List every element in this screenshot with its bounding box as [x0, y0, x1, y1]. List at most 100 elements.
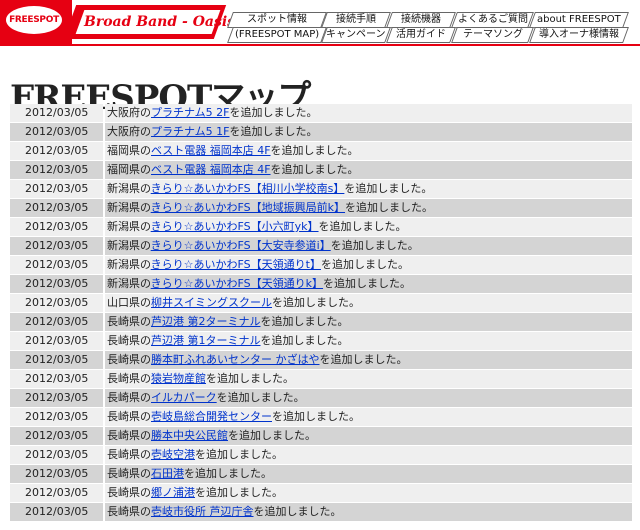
freespot-logo[interactable]: FREESPOT	[0, 0, 72, 44]
spot-link[interactable]: イルカパーク	[151, 391, 217, 404]
entry-prefix: 長崎県の	[107, 467, 151, 480]
entry-text: 長崎県の芦辺港 第1ターミナルを追加しました。	[105, 332, 632, 350]
nav-guide[interactable]: 活用ガイド	[386, 27, 456, 43]
spot-link[interactable]: きらり☆あいかわFS【天領通りk】	[151, 277, 323, 290]
entry-prefix: 長崎県の	[107, 448, 151, 461]
entry-date-cell: 2012/03/05	[10, 218, 103, 236]
spot-link[interactable]: 壱岐島総合開発センター	[151, 410, 272, 423]
list-item: 2012/03/05 長崎県の郷ノ浦港を追加しました。	[10, 484, 632, 502]
entry-date-cell: 2012/03/05	[10, 351, 103, 369]
spot-link[interactable]: 芦辺港 第2ターミナル	[151, 315, 261, 328]
entry-prefix: 長崎県の	[107, 353, 151, 366]
main-nav: スポット情報 接続手順 接続機器 よくあるご質問 about FREESPOT …	[226, 12, 640, 43]
spot-link[interactable]: 芦辺港 第1ターミナル	[151, 334, 261, 347]
banner-title[interactable]: Broad Band - Oasis	[84, 14, 235, 36]
entry-suffix: を追加しました。	[184, 467, 272, 480]
spot-link[interactable]: 郷ノ浦港	[151, 486, 195, 499]
spot-link[interactable]: きらり☆あいかわFS【大安寺参道i】	[151, 239, 331, 252]
list-item: 2012/03/05 長崎県の壱岐空港を追加しました。	[10, 446, 632, 464]
spot-link[interactable]: プラチナム5 2F	[151, 106, 230, 119]
entry-suffix: を追加しました。	[344, 182, 433, 195]
nav-campaign[interactable]: キャンペーン	[321, 27, 391, 43]
entry-text: 長崎県の壱岐空港を追加しました。	[105, 446, 632, 464]
entry-prefix: 新潟県の	[107, 258, 151, 271]
nav-connection-steps[interactable]: 接続手順	[321, 12, 391, 28]
entry-suffix: を追加しました。	[195, 486, 283, 499]
entry-text: 新潟県のきらり☆あいかわFS【大安寺参道i】を追加しました。	[105, 237, 632, 255]
entry-text: 長崎県の壱岐島総合開発センターを追加しました。	[105, 408, 632, 426]
spot-link[interactable]: 勝本町ふれあいセンター かざはや	[151, 353, 320, 366]
spot-link[interactable]: きらり☆あいかわFS【地域振興局前k】	[151, 201, 345, 214]
entry-text: 新潟県のきらり☆あいかわFS【地域振興局前k】を追加しました。	[105, 199, 632, 217]
spot-link[interactable]: 勝本中央公民館	[151, 429, 228, 442]
entry-text: 長崎県のイルカパークを追加しました。	[105, 389, 632, 407]
entry-prefix: 長崎県の	[107, 372, 151, 385]
entry-date: 2012/03/05	[25, 144, 89, 157]
entry-date: 2012/03/05	[25, 391, 89, 404]
entry-prefix: 長崎県の	[107, 429, 151, 442]
entry-text: 長崎県の勝本中央公民館を追加しました。	[105, 427, 632, 445]
entry-prefix: 福岡県の	[107, 144, 151, 157]
spot-link[interactable]: 壱岐市役所 芦辺庁舎	[151, 505, 254, 518]
list-item: 2012/03/05 長崎県の芦辺港 第1ターミナルを追加しました。	[10, 332, 632, 350]
entry-text: 長崎県の石田港を追加しました。	[105, 465, 632, 483]
entry-date-cell: 2012/03/05	[10, 503, 103, 521]
list-item: 2012/03/05 新潟県のきらり☆あいかわFS【小六町yk】を追加しました。	[10, 218, 632, 236]
entry-suffix: を追加しました。	[330, 239, 419, 252]
list-item: 2012/03/05 新潟県のきらり☆あいかわFS【天領通りt】を追加しました。	[10, 256, 632, 274]
spot-link[interactable]: きらり☆あいかわFS【小六町yk】	[151, 220, 319, 233]
spot-link[interactable]: ベスト電器 福岡本店 4F	[151, 144, 271, 157]
entry-prefix: 長崎県の	[107, 315, 151, 328]
entry-date: 2012/03/05	[25, 125, 89, 138]
entry-suffix: を追加しました。	[260, 334, 349, 347]
entry-date: 2012/03/05	[25, 429, 89, 442]
entry-date-cell: 2012/03/05	[10, 370, 103, 388]
nav-about[interactable]: about FREESPOT	[529, 12, 629, 28]
entry-prefix: 大阪府の	[107, 106, 151, 119]
spot-link[interactable]: 壱岐空港	[151, 448, 195, 461]
entry-date: 2012/03/05	[25, 239, 89, 252]
entry-suffix: を追加しました。	[270, 144, 359, 157]
nav-spot-info[interactable]: スポット情報	[227, 12, 327, 28]
spot-link[interactable]: きらり☆あいかわFS【天領通りt】	[151, 258, 321, 271]
list-item: 2012/03/05 長崎県の芦辺港 第2ターミナルを追加しました。	[10, 313, 632, 331]
list-item: 2012/03/05 大阪府のプラチナム5 1Fを追加しました。	[10, 123, 632, 141]
entry-text: 長崎県の芦辺港 第2ターミナルを追加しました。	[105, 313, 632, 331]
entry-prefix: 新潟県の	[107, 201, 151, 214]
update-list: 2012/03/05 大阪府のプラチナム5 2Fを追加しました。 2012/03/0…	[10, 104, 632, 522]
nav-devices[interactable]: 接続機器	[386, 12, 456, 28]
entry-date-cell: 2012/03/05	[10, 408, 103, 426]
entry-text: 山口県の柳井スイミングスクールを追加しました。	[105, 294, 632, 312]
logo-badge: FREESPOT	[6, 6, 62, 34]
entry-date: 2012/03/05	[25, 410, 89, 423]
entry-date-cell: 2012/03/05	[10, 332, 103, 350]
entry-prefix: 大阪府の	[107, 125, 151, 138]
entry-date-cell: 2012/03/05	[10, 465, 103, 483]
spot-link[interactable]: ベスト電器 福岡本店 4F	[151, 163, 271, 176]
entry-date-cell: 2012/03/05	[10, 123, 103, 141]
entry-text: 長崎県の猿岩物産館を追加しました。	[105, 370, 632, 388]
entry-date-cell: 2012/03/05	[10, 104, 103, 122]
entry-date-cell: 2012/03/05	[10, 294, 103, 312]
entry-text: 大阪府のプラチナム5 2Fを追加しました。	[105, 104, 632, 122]
nav-theme-song[interactable]: テーマソング	[451, 27, 534, 43]
entry-date-cell: 2012/03/05	[10, 237, 103, 255]
entry-suffix: を追加しました。	[323, 277, 412, 290]
nav-owner-info[interactable]: 導入オーナ様情報	[529, 27, 629, 43]
entry-date: 2012/03/05	[25, 334, 89, 347]
spot-link[interactable]: 石田港	[151, 467, 184, 480]
spot-link[interactable]: 猿岩物産館	[151, 372, 206, 385]
entry-date: 2012/03/05	[25, 182, 89, 195]
entry-prefix: 福岡県の	[107, 163, 151, 176]
entry-date-cell: 2012/03/05	[10, 142, 103, 160]
spot-link[interactable]: 柳井スイミングスクール	[151, 296, 272, 309]
spot-link[interactable]: プラチナム5 1F	[151, 125, 230, 138]
entry-suffix: を追加しました。	[253, 505, 342, 518]
entry-text: 福岡県のベスト電器 福岡本店 4Fを追加しました。	[105, 161, 632, 179]
nav-freespot-map[interactable]: (FREESPOT MAP)	[227, 27, 327, 43]
spot-link[interactable]: きらり☆あいかわFS【相川小学校南s】	[151, 182, 345, 195]
nav-faq[interactable]: よくあるご質問	[451, 12, 534, 28]
entry-date: 2012/03/05	[25, 486, 89, 499]
entry-date-cell: 2012/03/05	[10, 199, 103, 217]
list-item: 2012/03/05 長崎県の勝本町ふれあいセンター かざはやを追加しました。	[10, 351, 632, 369]
